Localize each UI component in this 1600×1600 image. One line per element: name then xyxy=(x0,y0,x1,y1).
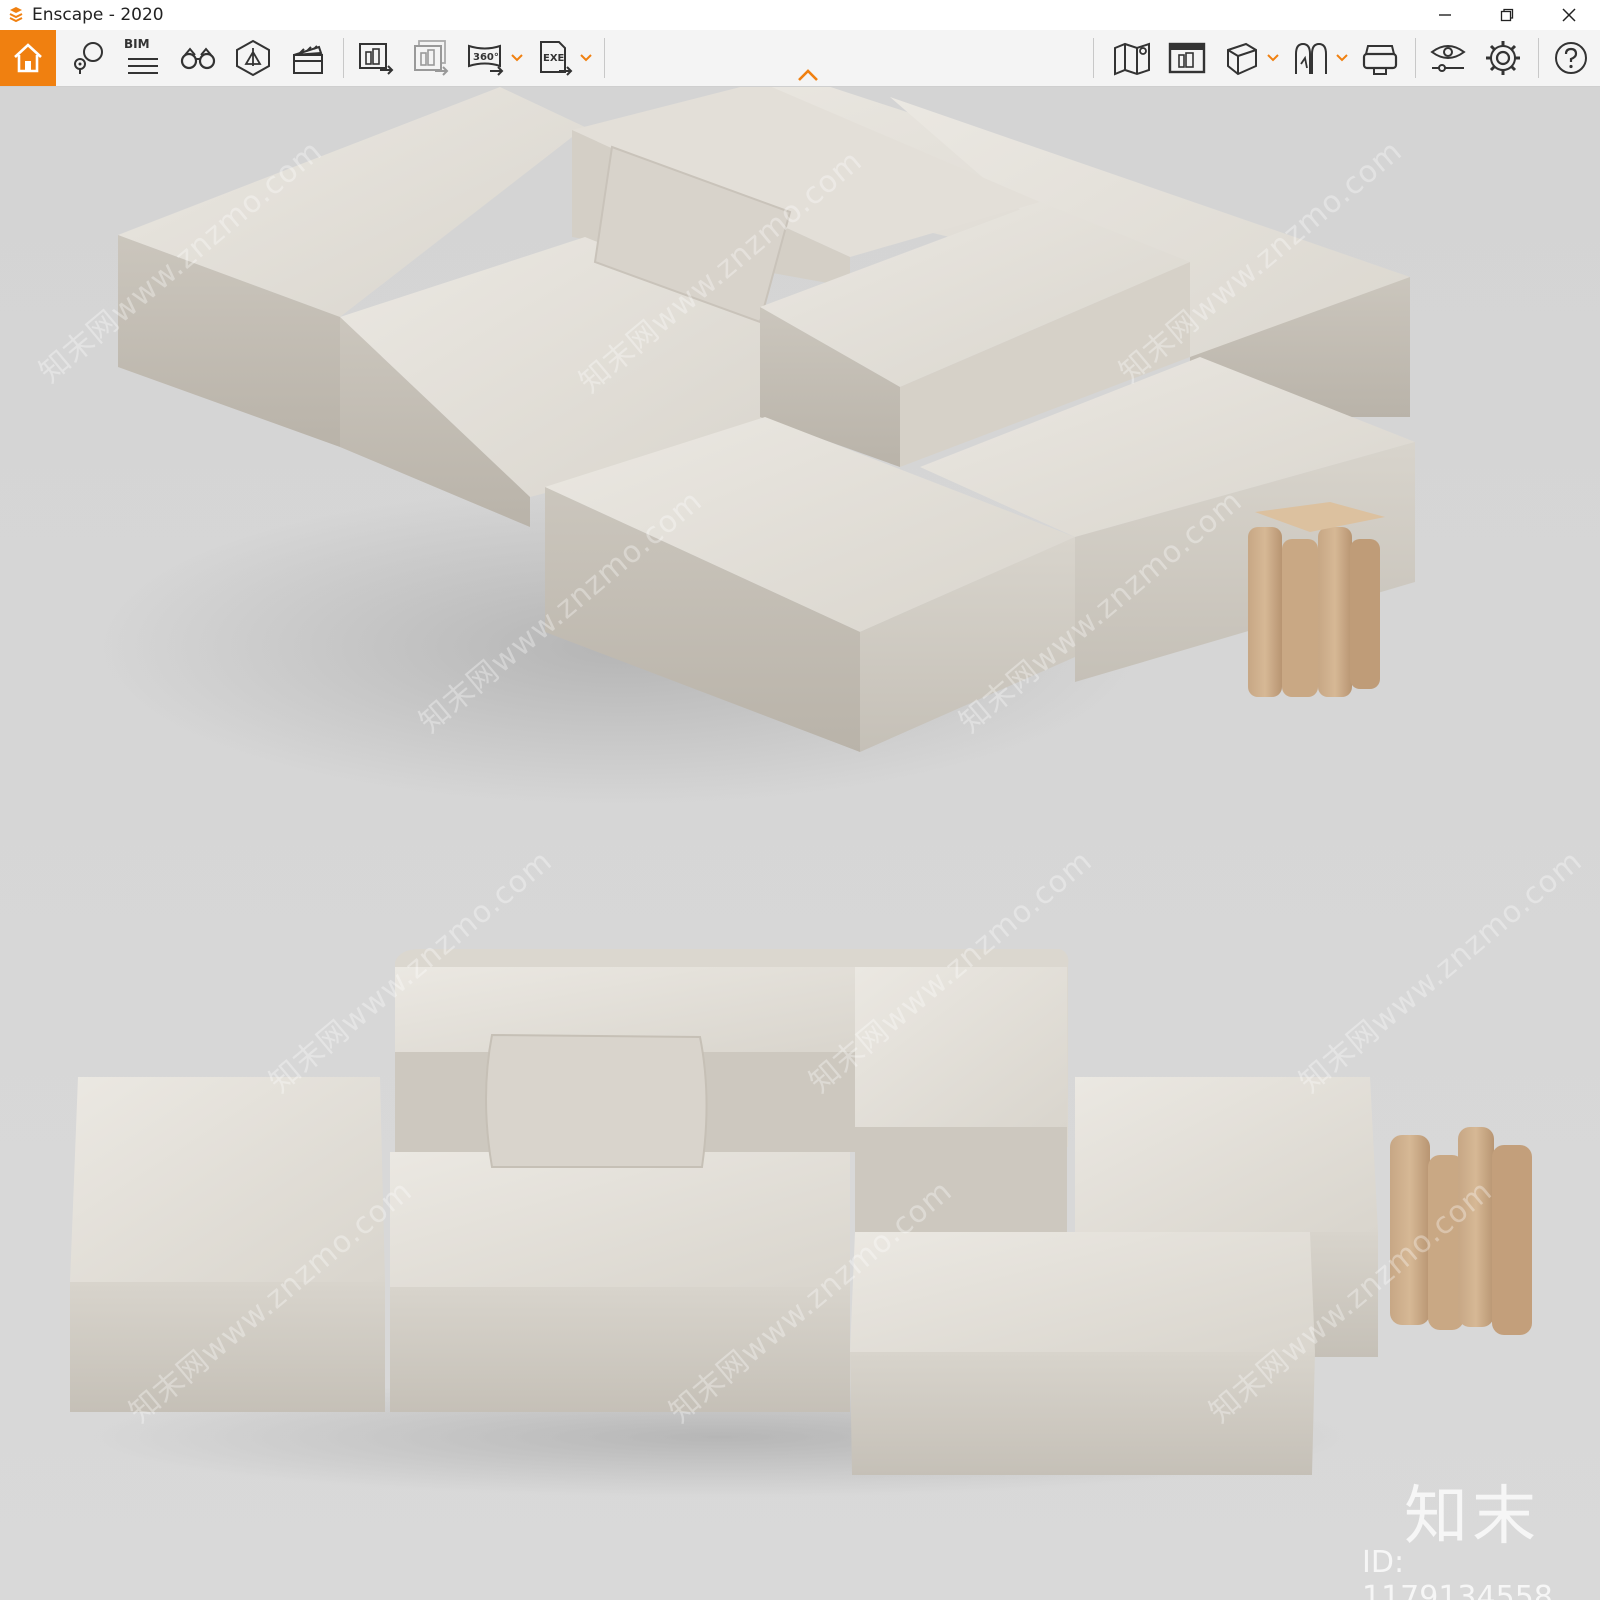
map-icon xyxy=(1114,42,1150,76)
export-dropdown[interactable] xyxy=(580,35,592,81)
location-button[interactable] xyxy=(65,35,111,81)
binoculars-button[interactable] xyxy=(175,35,221,81)
object-dropdown[interactable] xyxy=(1267,35,1279,81)
window-title: Enscape - 2020 xyxy=(32,5,164,25)
asset-id-label: ID: 1179134558 xyxy=(1362,1545,1553,1600)
chevron-down-icon xyxy=(580,54,592,62)
close-icon xyxy=(1562,8,1576,22)
enscape-window: Enscape - 2020 BIM 360° EXE 知末网www.znzmo… xyxy=(0,0,1600,1600)
help-button[interactable] xyxy=(1548,35,1594,81)
home-button[interactable] xyxy=(0,30,56,86)
walkthrough-icon xyxy=(1295,42,1327,74)
asset-library-icon xyxy=(236,39,270,77)
export-exe-button[interactable]: EXE xyxy=(532,35,578,81)
vr-button[interactable] xyxy=(1357,35,1403,81)
restore-button[interactable] xyxy=(1476,0,1538,30)
minimize-button[interactable] xyxy=(1414,0,1476,30)
clapperboard-icon xyxy=(293,45,323,74)
chevron-down-icon xyxy=(511,54,523,62)
toolbar-separator xyxy=(1538,38,1539,78)
visual-settings-button[interactable] xyxy=(1425,35,1471,81)
collapse-toolbar-button[interactable] xyxy=(796,68,820,82)
chevron-down-icon xyxy=(1267,54,1279,62)
title-bar: Enscape - 2020 xyxy=(0,0,1600,30)
visual-settings-icon xyxy=(1430,45,1466,72)
home-icon xyxy=(14,43,42,73)
video-editor-button[interactable] xyxy=(285,35,331,81)
export-exe-icon: EXE xyxy=(540,41,573,76)
export-exe-label: EXE xyxy=(543,53,565,64)
sofa-front-view xyxy=(70,949,1532,1497)
sofa-scene xyxy=(70,87,1532,1497)
chevron-up-icon xyxy=(798,69,818,81)
object-button[interactable] xyxy=(1219,35,1265,81)
panorama-360-label: 360° xyxy=(473,52,499,63)
binoculars-icon xyxy=(180,47,216,70)
asset-library-button[interactable] xyxy=(230,35,276,81)
settings-button[interactable] xyxy=(1480,35,1526,81)
panorama-360-icon: 360° xyxy=(468,44,504,76)
view-management-button[interactable] xyxy=(1164,35,1210,81)
restore-icon xyxy=(1500,8,1514,22)
walkthrough-dropdown[interactable] xyxy=(1336,35,1348,81)
vr-headset-icon xyxy=(1362,45,1398,75)
render-image-icon xyxy=(359,43,394,75)
settings-gear-icon xyxy=(1486,41,1520,75)
enscape-logo-icon xyxy=(6,5,26,25)
render-image-button[interactable] xyxy=(353,35,399,81)
batch-render-icon xyxy=(414,40,449,76)
toolbar-separator xyxy=(1415,38,1416,78)
bim-button[interactable]: BIM xyxy=(120,35,166,81)
render-viewport[interactable]: 知末网www.znzmo.com 知末网www.znzmo.com 知末网www… xyxy=(0,87,1600,1600)
help-icon xyxy=(1555,42,1587,74)
view-management-icon xyxy=(1168,42,1206,74)
main-toolbar: BIM 360° EXE xyxy=(0,30,1600,87)
toolbar-separator xyxy=(343,38,344,78)
panorama-dropdown[interactable] xyxy=(511,35,523,81)
window-controls xyxy=(1414,0,1600,30)
minimize-icon xyxy=(1439,14,1451,16)
chevron-down-icon xyxy=(1336,54,1348,62)
sofa-top-view xyxy=(100,87,1415,807)
map-button[interactable] xyxy=(1109,35,1155,81)
location-pin-icon xyxy=(74,42,103,74)
walkthrough-button[interactable] xyxy=(1288,35,1334,81)
panorama-button[interactable]: 360° xyxy=(463,35,509,81)
toolbar-separator xyxy=(604,38,605,78)
znzmo-logo: 知末 xyxy=(1404,1480,1540,1554)
batch-render-button[interactable] xyxy=(408,35,454,81)
toolbar-right-group xyxy=(1081,30,1600,86)
close-button[interactable] xyxy=(1538,0,1600,30)
cube-icon xyxy=(1227,42,1257,76)
toolbar-separator xyxy=(1093,38,1094,78)
bim-label: BIM xyxy=(124,37,150,51)
